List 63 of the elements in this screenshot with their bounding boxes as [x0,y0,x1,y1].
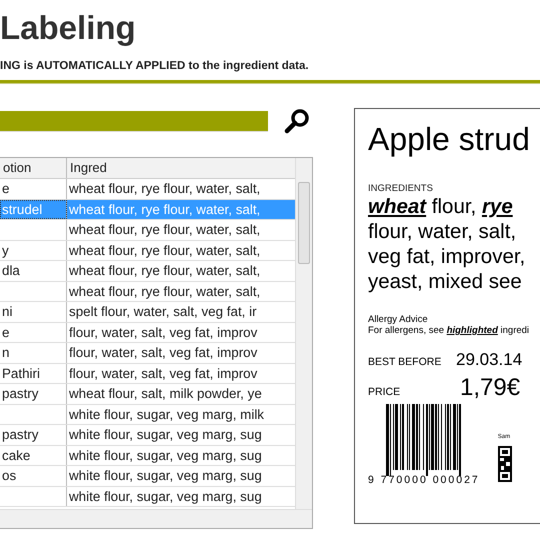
table-row[interactable]: wheat flour, rye flour, water, salt, [0,282,295,302]
table-row[interactable]: ni spelt flour, water, salt, veg fat, ir [0,302,295,322]
barcode-number: 9 770000 000027 [368,474,480,486]
table-cell-text: flour, water, salt, veg fat, improv [68,344,258,362]
table-row[interactable]: cake white flour, sugar, veg marg, sug [0,446,295,466]
table-cell: pastry [0,425,67,444]
table-cell: Pathiri [0,364,67,383]
allergy-text: For allergens, see highlighted ingredi [368,325,530,336]
allergy-heading: Allergy Advice [368,314,429,325]
table-cell-text: spelt flour, water, salt, veg fat, ir [68,303,258,321]
table-row[interactable]: y wheat flour, rye flour, water, salt, [0,240,295,261]
table-cell-text: wheat flour, rye flour, water, salt, [68,282,262,301]
table-cell: y [0,240,67,260]
ingredients-text: veg fat, improver, [368,244,526,269]
table-cell-text: flour, water, salt, veg fat, improv [68,364,258,383]
table-cell-text: wheat flour, rye flour, water, salt, [68,242,262,260]
table-cell-text: wheat flour, rye flour, water, salt, [68,180,262,198]
table-cell-text: white flour, sugar, veg marg, sug [68,488,263,506]
table-cell: n [0,343,67,362]
column-header[interactable]: otion [0,158,67,178]
table-row[interactable]: pastry wheat flour, salt, milk powder, ye [0,384,295,404]
price-label: PRICE [368,386,402,398]
table-row[interactable]: e flour, water, salt, veg fat, improv [0,322,295,343]
table-cell: dla [0,261,67,280]
table-row[interactable]: dla wheat flour, rye flour, water, salt, [0,261,295,282]
column-header[interactable]: Ingred [67,158,295,178]
ingredients-text: wheat flour, rye [368,194,514,219]
table-row[interactable]: n flour, water, salt, veg fat, improv [0,343,295,364]
table-cell: strudel [0,200,67,219]
table-row[interactable]: pastry white flour, sugar, veg marg, sug [0,425,295,446]
table-cell: wheat flour, rye flour, water, salt, [67,200,295,219]
scrollbar[interactable] [295,158,312,509]
ingredients-text: flour, water, salt, [368,219,518,244]
table-cell: e [0,322,67,342]
table-cell-text: wheat flour, rye flour, water, salt, [68,262,262,280]
table-row[interactable]: os white flour, sugar, veg marg, sug [0,466,295,486]
table-row[interactable]: Pathiri flour, water, salt, veg fat, improv [0,364,295,384]
table-cell: e [0,179,67,198]
table-cell-text: white flour, sugar, veg marg, sug [68,446,263,465]
table-cell-text: white flour, sugar, veg marg, milk [68,406,265,424]
product-name: Apple strud [368,120,531,159]
table-cell-text: flour, water, salt, veg fat, improv [68,324,258,342]
table-cell: os [0,466,67,486]
qr-code-icon [498,446,512,482]
price-value: 1,79€ [460,374,520,402]
page-subtitle: ING is AUTOMATICALLY APPLIED to the ingredient data. [0,60,309,72]
search-field[interactable] [0,110,268,132]
table-row[interactable]: white flour, sugar, veg marg, sug [0,486,295,507]
ingredients-text: yeast, mixed see [368,269,523,294]
table-cell-text: wheat flour, salt, milk powder, ye [68,385,263,403]
best-before-label: BEST BEFORE [368,356,442,368]
table-row[interactable]: wheat flour, rye flour, water, salt, [0,220,295,240]
table-row[interactable]: white flour, sugar, veg marg, milk [0,404,295,425]
ingredients-heading: INGREDIENTS [368,183,434,194]
table-cell-text: white flour, sugar, veg marg, sug [68,467,263,485]
best-before-date: 29.03.14 [456,350,522,370]
table-cell-text: wheat flour, rye flour, water, salt, [68,221,262,239]
search-icon[interactable] [284,108,310,134]
table-cell: pastry [0,384,67,404]
table-cell: cake [0,446,67,465]
table-cell-text: white flour, sugar, veg marg, sug [68,426,263,444]
table-cell: ni [0,302,67,322]
page-title: Labeling [0,8,136,48]
